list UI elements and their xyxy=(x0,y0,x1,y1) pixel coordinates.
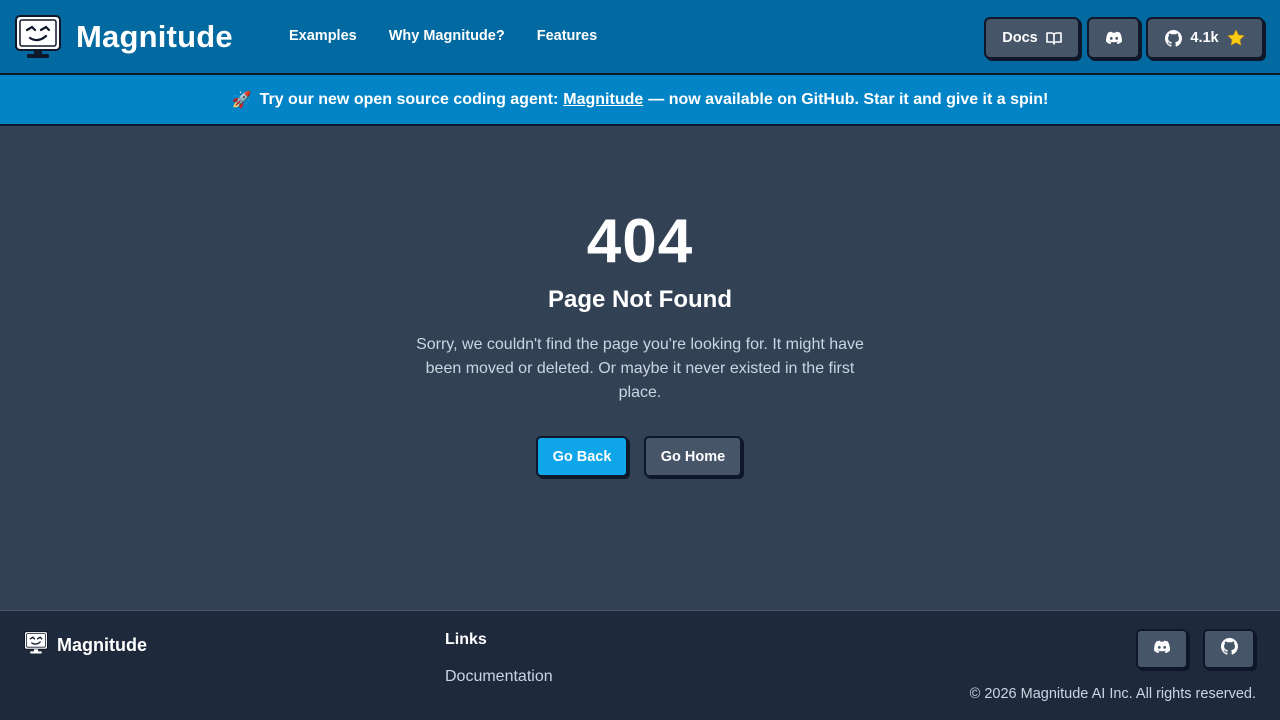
github-star-count: 4.1k xyxy=(1190,30,1219,46)
footer-link-documentation[interactable]: Documentation xyxy=(445,668,553,686)
github-icon xyxy=(1220,638,1238,660)
footer-github-button[interactable] xyxy=(1203,629,1255,669)
docs-label: Docs xyxy=(1002,30,1038,46)
page-title: Page Not Found xyxy=(548,286,732,313)
footer-brand-name: Magnitude xyxy=(57,634,147,655)
monitor-face-logo-icon xyxy=(24,631,48,659)
not-found-section: 404 Page Not Found Sorry, we couldn't fi… xyxy=(0,126,1280,610)
banner-magnitude-link[interactable]: Magnitude xyxy=(563,91,643,109)
discord-icon xyxy=(1153,640,1171,659)
github-icon xyxy=(1165,29,1183,47)
error-code: 404 xyxy=(586,207,694,276)
star-icon xyxy=(1227,29,1245,47)
main-nav: Examples Why Magnitude? Features xyxy=(289,28,629,44)
site-header: Magnitude Examples Why Magnitude? Featur… xyxy=(0,0,1280,75)
discord-button[interactable] xyxy=(1087,17,1140,59)
announcement-banner: 🚀 Try our new open source coding agent: … xyxy=(0,75,1280,126)
brand-logo-link[interactable]: Magnitude xyxy=(15,15,233,59)
discord-icon xyxy=(1105,31,1123,45)
github-stars-button[interactable]: 4.1k xyxy=(1146,17,1264,59)
error-message: Sorry, we couldn't find the page you're … xyxy=(416,336,864,401)
nav-why-magnitude[interactable]: Why Magnitude? xyxy=(389,28,505,44)
footer-brand-link[interactable]: Magnitude xyxy=(24,631,147,659)
nav-features[interactable]: Features xyxy=(537,28,597,44)
go-back-button[interactable]: Go Back xyxy=(536,436,628,477)
monitor-face-logo-icon xyxy=(15,15,61,59)
go-home-button[interactable]: Go Home xyxy=(644,436,742,477)
footer-discord-button[interactable] xyxy=(1136,629,1188,669)
rocket-icon: 🚀 xyxy=(231,91,252,109)
copyright-text: © 2026 Magnitude AI Inc. All rights rese… xyxy=(969,686,1256,702)
banner-prefix: Try our new open source coding agent: xyxy=(259,90,559,108)
footer-links-heading: Links xyxy=(445,631,487,648)
brand-name: Magnitude xyxy=(76,19,233,54)
docs-button[interactable]: Docs xyxy=(984,17,1080,59)
banner-suffix: — now available on GitHub. Star it and g… xyxy=(648,90,1049,108)
nav-examples[interactable]: Examples xyxy=(289,28,357,44)
book-open-icon xyxy=(1045,31,1062,45)
site-footer: Magnitude Links Documentation © 2026 Mag… xyxy=(0,610,1280,720)
